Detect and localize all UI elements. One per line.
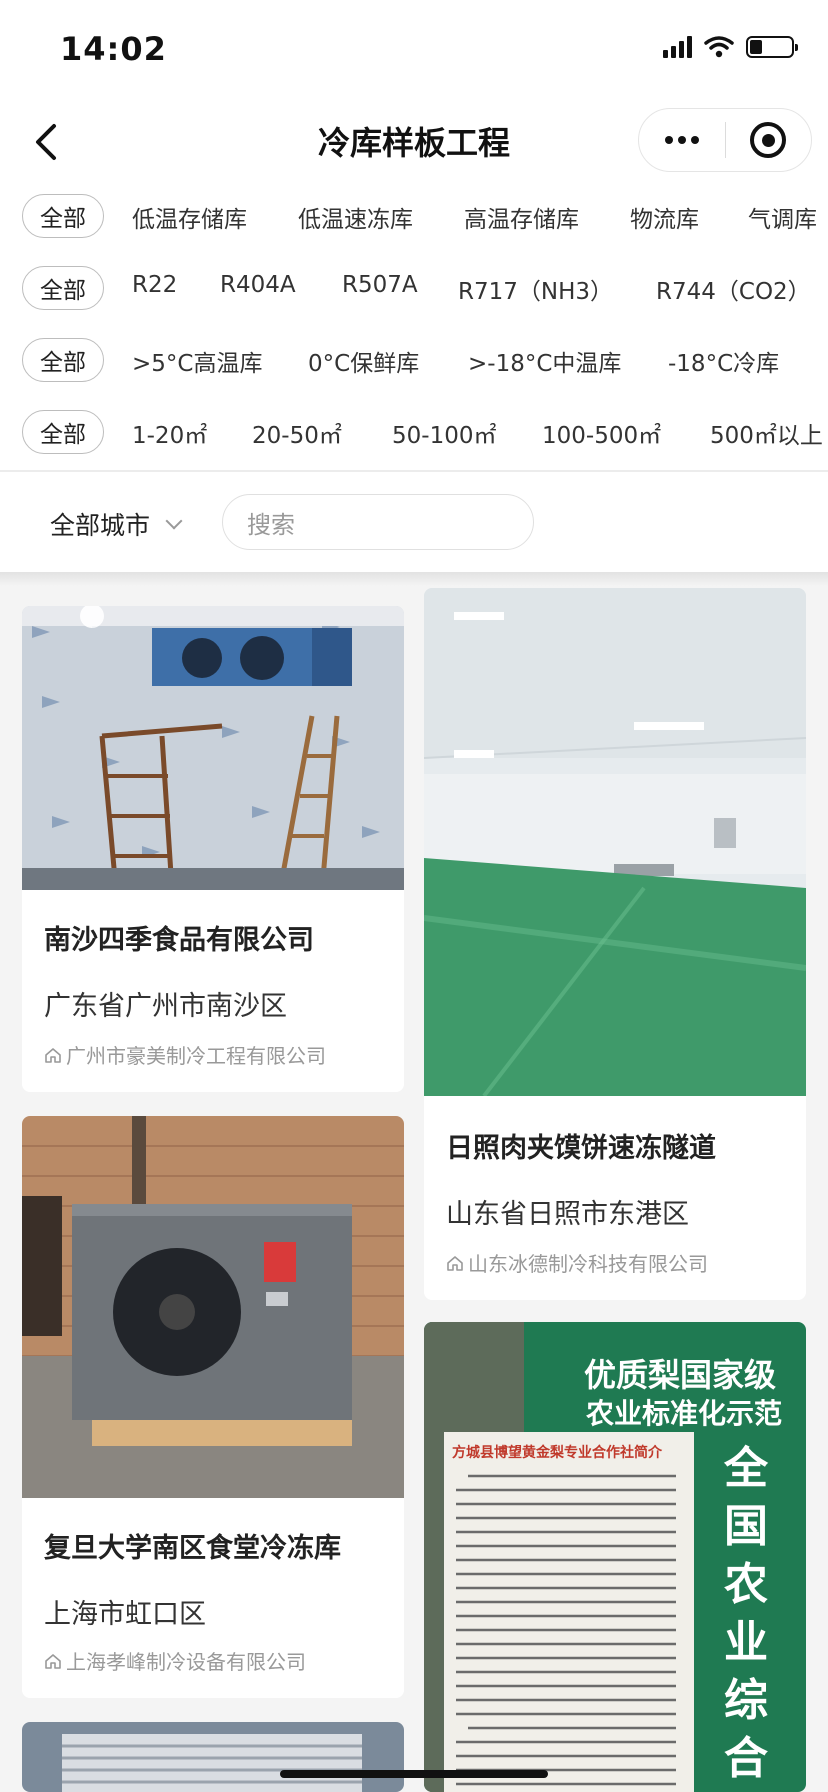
filter-option[interactable]: >5°C高温库 bbox=[132, 344, 262, 378]
filter-option[interactable]: 100-500㎡ bbox=[542, 416, 661, 450]
project-title: 南沙四季食品有限公司 bbox=[44, 925, 314, 956]
filter-row-temperature: 全部 >5°C高温库 0°C保鲜库 >-18°C中温库 -18°C冷库 bbox=[0, 336, 828, 386]
wifi-icon bbox=[704, 36, 734, 58]
project-card[interactable]: 复旦大学南区食堂冷冻库 上海市虹口区 上海孝峰制冷设备有限公司 bbox=[22, 1116, 404, 1698]
sign-board-vertical: 全国农业综合 bbox=[724, 1443, 768, 1784]
filter-row-area: 全部 1-20㎡ 20-50㎡ 50-100㎡ 100-500㎡ 500㎡以上 bbox=[0, 408, 828, 458]
project-company: 上海孝峰制冷设备有限公司 bbox=[44, 1646, 306, 1675]
project-card[interactable] bbox=[22, 1722, 404, 1792]
filter-option[interactable]: 低温存储库 bbox=[132, 200, 247, 234]
filter-option[interactable]: 500㎡以上 bbox=[710, 416, 823, 450]
status-time: 14:02 bbox=[60, 30, 167, 68]
filter-all-chip[interactable]: 全部 bbox=[22, 410, 104, 454]
project-location: 山东省日照市东港区 bbox=[446, 1199, 689, 1230]
mini-program-capsule bbox=[638, 108, 812, 172]
project-location: 上海市虹口区 bbox=[44, 1599, 206, 1630]
filter-all-chip[interactable]: 全部 bbox=[22, 338, 104, 382]
filter-option[interactable]: 高温存储库 bbox=[464, 200, 579, 234]
filter-option[interactable]: R507A bbox=[342, 272, 418, 298]
status-bar: 14:02 bbox=[0, 0, 828, 100]
more-button[interactable] bbox=[639, 109, 725, 171]
filter-option[interactable]: 1-20㎡ bbox=[132, 416, 207, 450]
target-icon bbox=[750, 122, 787, 158]
project-photo bbox=[22, 1116, 404, 1498]
project-photo: 优质梨国家级 农业标准化示范 全国农业综合 方城县博望黄金梨专业合作社简介 bbox=[424, 1322, 806, 1792]
filter-option[interactable]: -18°C冷库 bbox=[668, 344, 779, 378]
close-miniprogram-button[interactable] bbox=[726, 109, 812, 171]
filter-option[interactable]: 气调库 bbox=[748, 200, 817, 234]
header-shadow bbox=[0, 572, 828, 586]
filter-option[interactable]: R22 bbox=[132, 272, 177, 298]
filter-option[interactable]: 50-100㎡ bbox=[392, 416, 496, 450]
city-selector[interactable]: 全部城市 bbox=[50, 506, 183, 542]
home-icon bbox=[45, 1047, 61, 1063]
project-photo bbox=[424, 588, 806, 1096]
company-name: 广州市豪美制冷工程有限公司 bbox=[66, 1044, 326, 1068]
project-photo bbox=[22, 606, 404, 890]
divider bbox=[0, 470, 828, 472]
filter-all-chip[interactable]: 全部 bbox=[22, 266, 104, 310]
more-dots-icon bbox=[664, 136, 699, 144]
header-area: 14:02 冷库样板工程 全部 低温存储库 低温速冻库 高温存储库 物流库 气调… bbox=[0, 0, 828, 572]
notice-paper: 方城县博望黄金梨专业合作社简介 bbox=[444, 1432, 694, 1792]
project-card[interactable]: 南沙四季食品有限公司 广东省广州市南沙区 广州市豪美制冷工程有限公司 bbox=[22, 606, 404, 1092]
notice-title: 方城县博望黄金梨专业合作社简介 bbox=[452, 1445, 662, 1461]
project-card[interactable]: 日照肉夹馍饼速冻隧道 山东省日照市东港区 山东冰德制冷科技有限公司 bbox=[424, 588, 806, 1300]
filter-option[interactable]: R717（NH3） bbox=[458, 272, 613, 306]
battery-icon bbox=[746, 36, 798, 58]
sign-board-line: 优质梨国家级 bbox=[584, 1356, 777, 1394]
filter-option[interactable]: 0°C保鲜库 bbox=[308, 344, 419, 378]
filter-row-refrigerant: 全部 R22 R404A R507A R717（NH3） R744（CO2） bbox=[0, 264, 828, 314]
chevron-down-icon bbox=[165, 512, 183, 530]
project-title: 复旦大学南区食堂冷冻库 bbox=[44, 1533, 341, 1564]
filter-option[interactable]: R744（CO2） bbox=[656, 272, 811, 306]
company-name: 山东冰德制冷科技有限公司 bbox=[468, 1252, 708, 1276]
home-indicator[interactable] bbox=[280, 1770, 548, 1778]
cellular-signal-icon bbox=[663, 36, 692, 58]
navigation-bar: 冷库样板工程 bbox=[0, 100, 828, 182]
search-placeholder: 搜索 bbox=[247, 510, 295, 539]
city-label: 全部城市 bbox=[50, 511, 151, 540]
company-name: 上海孝峰制冷设备有限公司 bbox=[66, 1650, 306, 1674]
filter-row-storage-type: 全部 低温存储库 低温速冻库 高温存储库 物流库 气调库 bbox=[0, 192, 828, 242]
sign-board-line: 农业标准化示范 bbox=[586, 1397, 783, 1430]
filter-all-chip[interactable]: 全部 bbox=[22, 194, 104, 238]
project-card[interactable]: 优质梨国家级 农业标准化示范 全国农业综合 方城县博望黄金梨专业合作社简介 bbox=[424, 1322, 806, 1792]
filter-option[interactable]: 低温速冻库 bbox=[298, 200, 413, 234]
project-photo bbox=[22, 1722, 404, 1792]
project-title: 日照肉夹馍饼速冻隧道 bbox=[446, 1133, 716, 1164]
filter-option[interactable]: R404A bbox=[220, 272, 296, 298]
project-location: 广东省广州市南沙区 bbox=[44, 991, 287, 1022]
filter-option[interactable]: >-18°C中温库 bbox=[468, 344, 621, 378]
filter-option[interactable]: 20-50㎡ bbox=[252, 416, 342, 450]
home-icon bbox=[45, 1653, 61, 1669]
search-input[interactable]: 搜索 bbox=[222, 494, 534, 550]
notice-text-lines bbox=[456, 1474, 676, 1786]
home-icon bbox=[447, 1255, 463, 1271]
project-company: 广州市豪美制冷工程有限公司 bbox=[44, 1040, 326, 1069]
filter-option[interactable]: 物流库 bbox=[630, 200, 699, 234]
status-icons bbox=[663, 36, 798, 58]
project-company: 山东冰德制冷科技有限公司 bbox=[446, 1248, 708, 1277]
